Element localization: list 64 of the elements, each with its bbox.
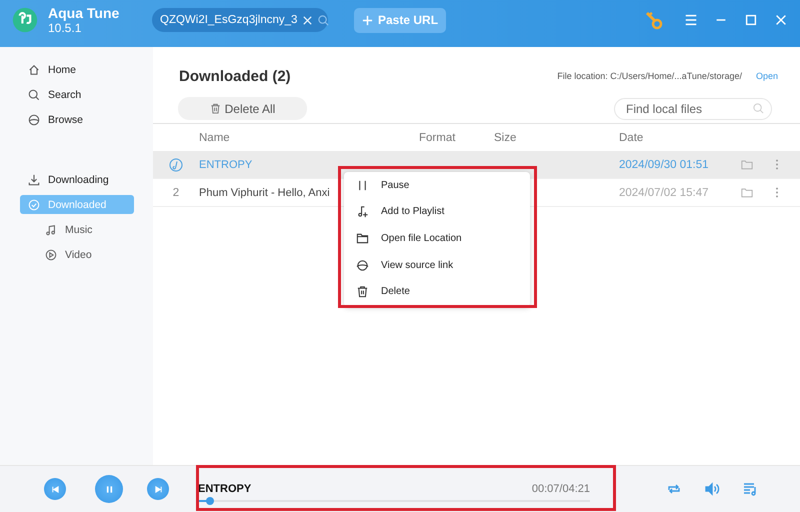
menu-item[interactable]: Open file Location: [344, 225, 530, 252]
folder-icon: [356, 232, 369, 245]
search-icon[interactable]: [753, 102, 764, 114]
plus-icon: [362, 14, 373, 26]
volume-icon[interactable]: [704, 481, 720, 497]
track-date: 2024/07/02 15:47: [619, 186, 710, 198]
column-header: Name: [199, 132, 231, 144]
delete-all-button[interactable]: Delete All: [178, 97, 307, 120]
sidebar-item[interactable]: Home: [20, 60, 134, 79]
menu-item[interactable]: Delete: [344, 278, 530, 305]
sidebar-item[interactable]: Music: [20, 220, 134, 239]
track-date: 2024/09/30 01:51: [619, 158, 710, 170]
app-version: 10.5.1: [48, 21, 82, 35]
trash-icon: [356, 285, 369, 298]
column-header: Date: [619, 132, 644, 144]
next-button[interactable]: [147, 478, 169, 500]
url-field[interactable]: QZQWi2I_EsGzq3jlncny_3: [152, 8, 328, 32]
download-icon: [28, 174, 40, 186]
check-icon: [28, 198, 40, 210]
pause-icon: [104, 484, 114, 494]
search-icon[interactable]: [318, 14, 330, 26]
progress-handle[interactable]: [206, 496, 214, 504]
menu-item[interactable]: View source link: [344, 252, 530, 278]
sidebar-item[interactable]: Browse: [20, 110, 134, 129]
home-icon: [28, 64, 40, 76]
file-location: File location: C:/Users/Home/...aTune/storage/: [557, 71, 742, 81]
column-header: Format: [419, 132, 456, 144]
more-icon[interactable]: [775, 159, 779, 170]
find-field[interactable]: Find local files: [614, 98, 772, 120]
globe-icon: [356, 258, 369, 272]
page-heading: Downloaded (2): [179, 68, 291, 84]
pause-icon: [356, 178, 369, 192]
now-playing-title: ENTROPY: [198, 482, 252, 494]
playlist-add-icon: [356, 205, 369, 218]
more-icon[interactable]: [775, 187, 779, 198]
column-header: Size: [494, 132, 518, 144]
sidebar-item[interactable]: Search: [20, 85, 134, 104]
app-logo-icon: [12, 7, 38, 33]
clear-icon[interactable]: [302, 14, 314, 26]
folder-icon[interactable]: [741, 187, 753, 198]
folder-icon[interactable]: [741, 159, 753, 170]
video-icon: [45, 248, 57, 260]
trash-icon: [210, 103, 221, 114]
row-number: 2: [172, 186, 180, 198]
music-icon: [45, 224, 57, 236]
track-name: ENTROPY: [199, 158, 254, 170]
maximize-icon[interactable]: [744, 13, 758, 27]
sidebar-item[interactable]: Video: [20, 245, 134, 264]
playback-time: 00:07/04:21: [532, 482, 590, 494]
next-icon: [154, 484, 162, 494]
previous-icon: [50, 484, 60, 494]
playlist-icon[interactable]: [742, 481, 758, 497]
close-icon[interactable]: [774, 13, 788, 27]
browse-icon: [28, 114, 40, 126]
sidebar-item[interactable]: Downloading: [20, 170, 134, 189]
music-note-icon: [169, 158, 183, 172]
app-name: Aqua Tune: [48, 5, 120, 21]
previous-button[interactable]: [44, 478, 66, 500]
menu-item[interactable]: Add to Playlist: [344, 198, 530, 226]
track-name: Phum Viphurit - Hello, Anxi: [199, 186, 331, 198]
menu-icon[interactable]: [684, 13, 698, 27]
search-icon: [28, 88, 40, 100]
key-icon[interactable]: [644, 10, 664, 30]
pause-button[interactable]: [95, 475, 123, 503]
